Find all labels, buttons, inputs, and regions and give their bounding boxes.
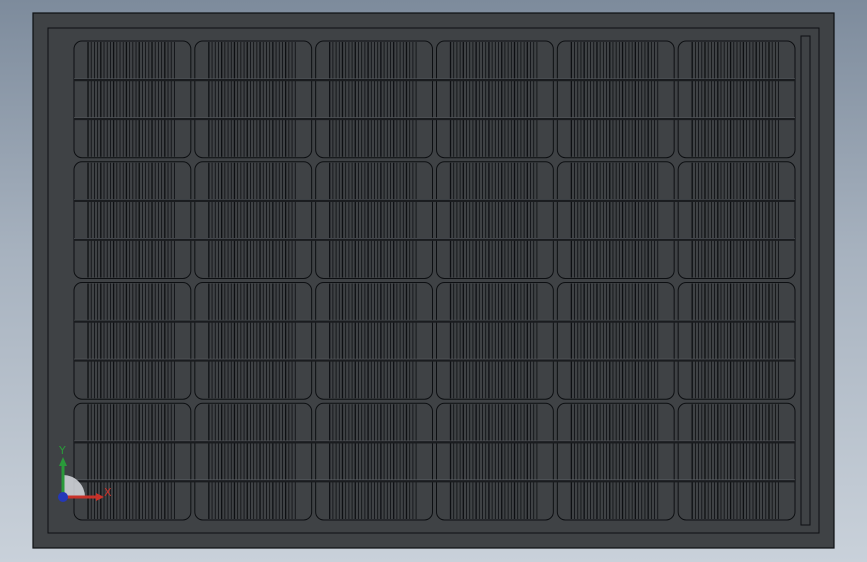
busbar [74, 117, 795, 121]
busbar [74, 78, 795, 82]
busbar [74, 479, 795, 483]
triad-z-axis-icon [58, 492, 68, 502]
solar-panel-model[interactable] [32, 12, 835, 549]
busbar [74, 440, 795, 444]
busbar [74, 238, 795, 241]
triad-x-label: X [104, 486, 112, 499]
busbar [74, 359, 795, 362]
triad-y-label: Y [58, 444, 66, 457]
junction-strip [800, 35, 811, 526]
busbar [74, 320, 795, 323]
busbar [74, 199, 795, 202]
cad-viewport[interactable]: X Y [0, 0, 867, 562]
